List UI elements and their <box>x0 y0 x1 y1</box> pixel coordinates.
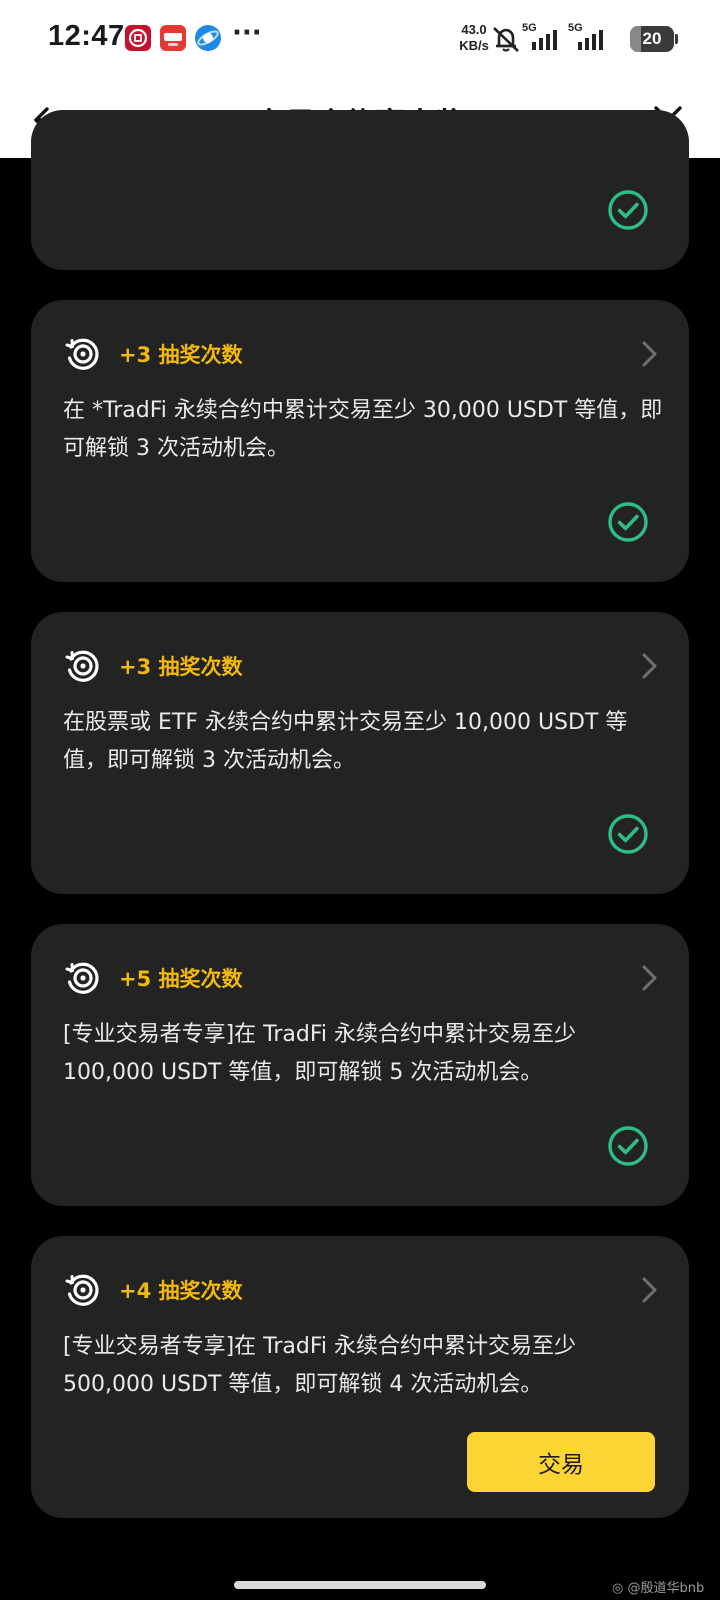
task-description: [专业交易者专享]在 TradFi 永续合约中累计交易至少 500,000 US… <box>63 1334 577 1397</box>
reward-label: +3 抽奖次数 <box>119 655 243 679</box>
network-speed-unit: KB/s <box>459 38 489 53</box>
task-card[interactable]: +5 抽奖次数 [专业交易者专享]在 TradFi 永续合约中累计交易至少 10… <box>31 924 689 1206</box>
signal-strength-icon-2 <box>578 30 603 50</box>
task-card[interactable]: +3 抽奖次数 在 *TradFi 永续合约中累计交易至少 30,000 USD… <box>31 300 689 582</box>
app-badge-icon <box>160 25 186 51</box>
bank-app-icon <box>125 25 151 51</box>
status-time: 12:47 <box>48 20 125 52</box>
reward-label: +5 抽奖次数 <box>119 967 243 991</box>
battery-level: 20 <box>642 29 662 48</box>
check-circle-icon <box>608 1126 648 1166</box>
chevron-right-icon[interactable] <box>633 338 665 370</box>
reward-label: +3 抽奖次数 <box>119 343 243 367</box>
check-circle-icon <box>608 814 648 854</box>
network-speed: 43.0 KB/s <box>456 22 492 54</box>
battery-cap <box>675 34 678 44</box>
home-indicator[interactable] <box>234 1581 486 1589</box>
check-circle-icon <box>608 190 648 230</box>
task-card[interactable]: +3 抽奖次数 在股票或 ETF 永续合约中累计交易至少 10,000 USDT… <box>31 612 689 894</box>
lottery-ticket-icon <box>65 1274 99 1306</box>
battery-icon: 20 <box>630 26 674 52</box>
task-card <box>31 110 689 270</box>
lottery-ticket-icon <box>65 338 99 370</box>
network-speed-value: 43.0 <box>461 22 487 37</box>
chevron-right-icon[interactable] <box>633 962 665 994</box>
task-description: 在 *TradFi 永续合约中累计交易至少 30,000 USDT 等值，即可解… <box>63 398 663 461</box>
task-card-header: +5 抽奖次数 <box>65 960 665 996</box>
watermark: ◎ @殷道华bnb <box>612 1581 705 1596</box>
more-notifications-icon: ··· <box>232 18 262 48</box>
chevron-right-icon[interactable] <box>633 650 665 682</box>
task-description: [专业交易者专享]在 TradFi 永续合约中累计交易至少 100,000 US… <box>63 1022 577 1085</box>
browser-icon <box>195 25 221 51</box>
task-description: 在股票或 ETF 永续合约中累计交易至少 10,000 USDT 等值，即可解锁… <box>63 710 628 773</box>
signal-strength-icon <box>532 30 557 50</box>
task-card-header: +3 抽奖次数 <box>65 336 665 372</box>
chevron-right-icon[interactable] <box>633 1274 665 1306</box>
task-card-header: +3 抽奖次数 <box>65 648 665 684</box>
lottery-ticket-icon <box>65 962 99 994</box>
silent-mode-icon <box>493 27 519 52</box>
trade-button[interactable]: 交易 <box>467 1432 655 1492</box>
check-circle-icon <box>608 502 648 542</box>
status-bar: 12:47 ··· 43.0 KB/s 5G 5G 20 <box>0 0 720 80</box>
task-card[interactable]: +4 抽奖次数 [专业交易者专享]在 TradFi 永续合约中累计交易至少 50… <box>31 1236 689 1518</box>
reward-label: +4 抽奖次数 <box>119 1279 243 1303</box>
task-card-header: +4 抽奖次数 <box>65 1272 665 1308</box>
lottery-ticket-icon <box>65 650 99 682</box>
